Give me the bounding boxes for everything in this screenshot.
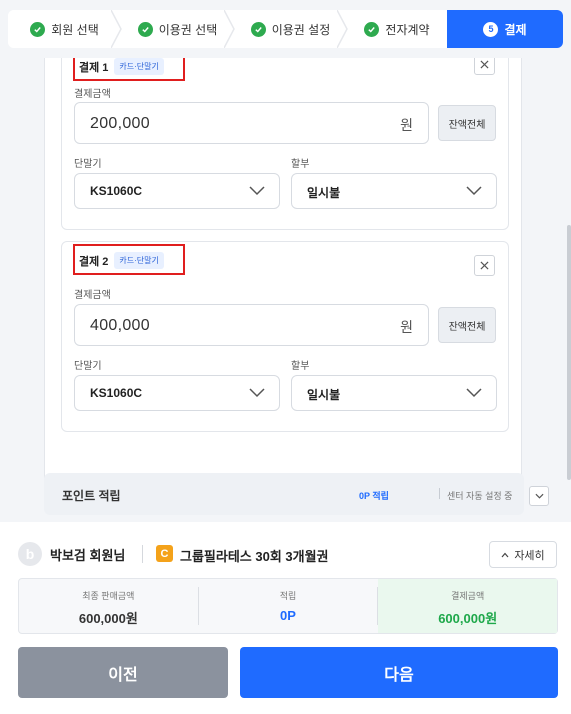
payment-title-text: 결제 2 [79, 255, 109, 268]
step-label: 전자계약 [385, 22, 430, 37]
amount-unit: 원 [400, 117, 413, 133]
step-separator-icon [111, 10, 122, 48]
member-info: b 박보검 회원님 [18, 542, 125, 566]
step-separator-icon [224, 10, 235, 48]
close-icon [480, 60, 489, 69]
chevron-down-icon [466, 388, 482, 398]
payment-method-badge: 카드·단말기 [114, 58, 164, 75]
stepper-steps: 회원 선택 이용권 선택 이용권 설정 전자계약 5 결제 [8, 10, 563, 48]
amount-label: 결제금액 [74, 290, 111, 301]
terminal-value: KS1060C [90, 184, 143, 198]
payment-amount-label: 결제금액 [451, 591, 485, 601]
payment-title-text: 결제 1 [79, 61, 109, 74]
payment-method-badge: 카드·단말기 [114, 252, 164, 269]
remaining-all-button[interactable]: 잔액전체 [438, 307, 496, 343]
final-price-cell: 최종 판매금액 600,000원 [19, 579, 198, 633]
check-circle-icon [250, 21, 266, 37]
installment-label: 할부 [291, 159, 310, 170]
step-member-select[interactable]: 회원 선택 [8, 10, 122, 48]
payment-card-2: 결제 2 카드·단말기 결제금액 400,000 원 잔액전체 단말기 할부 K… [61, 241, 509, 432]
remove-payment-button[interactable] [474, 58, 495, 75]
terminal-value: KS1060C [90, 386, 143, 400]
terminal-select[interactable]: KS1060C [74, 173, 280, 209]
point-title: 포인트 적립 [62, 489, 121, 503]
amount-unit: 원 [400, 319, 413, 335]
chevron-down-icon [534, 493, 544, 499]
check-circle-icon [364, 21, 380, 37]
ticket-name: 그룹필라테스 30회 3개월권 [180, 549, 329, 564]
step-separator-icon [337, 10, 348, 48]
step-payment[interactable]: 5 결제 [447, 10, 563, 48]
check-circle-icon [137, 21, 153, 37]
step-ticket-select[interactable]: 이용권 선택 [121, 10, 235, 48]
step-label: 이용권 설정 [271, 22, 331, 37]
point-accrual-bar[interactable]: 포인트 적립 0P 적립 센터 자동 설정 중 [44, 473, 549, 515]
next-button[interactable]: 다음 [240, 647, 558, 698]
divider [142, 545, 143, 563]
amount-label: 결제금액 [74, 89, 111, 100]
payment-title: 결제 1 카드·단말기 [79, 58, 164, 75]
remove-payment-button[interactable] [474, 255, 495, 276]
ticket-type-icon: C [156, 545, 173, 562]
step-number: 5 [483, 21, 499, 37]
divider [439, 488, 440, 499]
payment-amount-cell: 결제금액 600,000원 [378, 579, 558, 633]
step-label: 결제 [504, 22, 527, 37]
price-summary: 최종 판매금액 600,000원 적립 0P 결제금액 600,000원 [18, 578, 558, 634]
progress-stepper: 회원 선택 이용권 선택 이용권 설정 전자계약 5 결제 [0, 0, 571, 58]
payment-section: 결제 1 카드·단말기 결제금액 200,000 원 잔액전체 단말기 할부 K… [44, 58, 522, 513]
chevron-down-icon [466, 186, 482, 196]
points-value: 0P [280, 608, 296, 623]
previous-button[interactable]: 이전 [18, 647, 228, 698]
expand-point-button[interactable] [529, 486, 549, 506]
terminal-label: 단말기 [74, 361, 102, 372]
amount-value: 400,000 [90, 317, 150, 334]
chevron-up-icon [501, 552, 509, 557]
check-circle-icon [30, 21, 46, 37]
payment-title: 결제 2 카드·단말기 [79, 252, 164, 269]
avatar: b [18, 542, 42, 566]
installment-label: 할부 [291, 361, 310, 372]
point-earned: 0P 적립 [359, 491, 389, 501]
terminal-select[interactable]: KS1060C [74, 375, 280, 411]
step-ticket-settings[interactable]: 이용권 설정 [234, 10, 348, 48]
step-label: 회원 선택 [51, 22, 99, 37]
installment-value: 일시불 [307, 388, 341, 402]
scrollbar[interactable] [567, 225, 571, 480]
chevron-down-icon [249, 186, 265, 196]
point-auto-setting: 센터 자동 설정 중 [447, 491, 513, 501]
payment-content: 결제 1 카드·단말기 결제금액 200,000 원 잔액전체 단말기 할부 K… [0, 58, 571, 522]
amount-input[interactable]: 200,000 원 [74, 102, 429, 144]
final-price-label: 최종 판매금액 [82, 591, 135, 601]
points-label: 적립 [279, 591, 297, 601]
points-cell: 적립 0P [199, 579, 378, 633]
close-icon [480, 261, 489, 270]
final-price-value: 600,000원 [78, 611, 138, 626]
installment-select[interactable]: 일시불 [291, 173, 497, 209]
chevron-down-icon [249, 388, 265, 398]
payment-card-1: 결제 1 카드·단말기 결제금액 200,000 원 잔액전체 단말기 할부 K… [61, 58, 509, 230]
member-name: 박보검 회원님 [50, 547, 126, 563]
order-summary-panel: b 박보검 회원님 C 그룹필라테스 30회 3개월권 자세히 최종 판매금액 … [0, 522, 571, 714]
details-button-label: 자세히 [514, 549, 545, 562]
terminal-label: 단말기 [74, 159, 102, 170]
payment-amount-value: 600,000원 [438, 611, 498, 626]
remaining-all-button[interactable]: 잔액전체 [438, 105, 496, 141]
installment-select[interactable]: 일시불 [291, 375, 497, 411]
avatar-initial: b [25, 546, 35, 562]
amount-input[interactable]: 400,000 원 [74, 304, 429, 346]
installment-value: 일시불 [307, 186, 341, 200]
step-e-contract[interactable]: 전자계약 [347, 10, 447, 48]
step-separator-icon [437, 10, 447, 48]
details-button[interactable]: 자세히 [489, 541, 557, 568]
amount-value: 200,000 [90, 115, 150, 132]
step-label: 이용권 선택 [158, 22, 218, 37]
